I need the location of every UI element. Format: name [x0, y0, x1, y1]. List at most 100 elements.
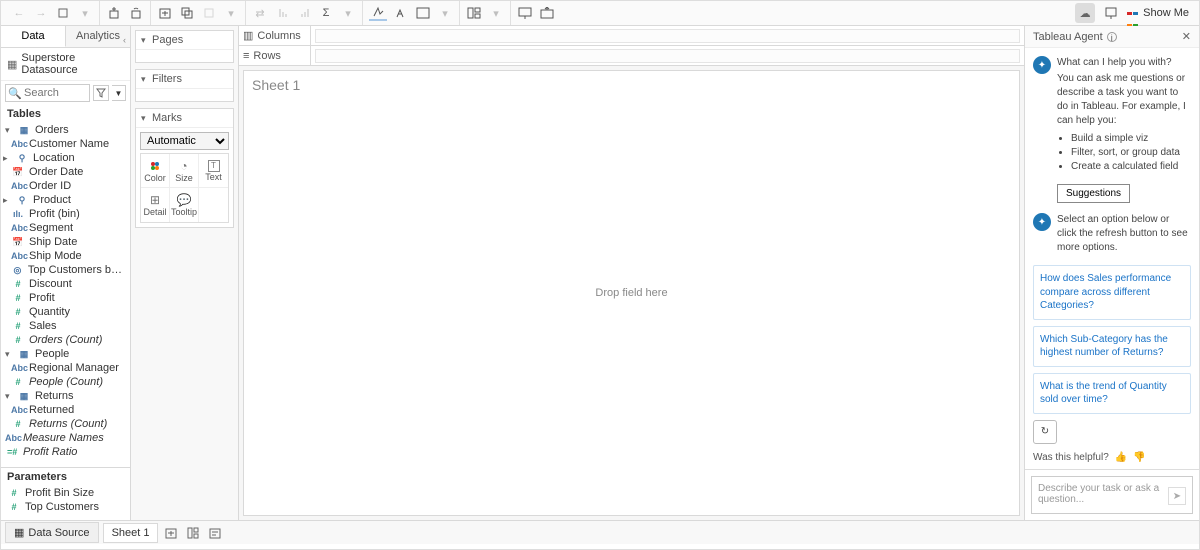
suggestion-card-2[interactable]: Which Sub-Category has the highest numbe… — [1033, 326, 1191, 367]
field-product[interactable]: ▸⚲Product — [1, 193, 130, 207]
field-discount[interactable]: #Discount — [1, 277, 130, 291]
highlight-button[interactable] — [369, 5, 387, 21]
filters-card[interactable]: ▾Filters — [135, 69, 234, 102]
agent-avatar-icon: ✦ — [1033, 213, 1051, 231]
agent-select-prompt: Select an option below or click the refr… — [1057, 213, 1191, 255]
field-profit[interactable]: #Profit — [1, 291, 130, 305]
field-returned[interactable]: AbcReturned — [1, 403, 130, 417]
viz-canvas[interactable]: Sheet 1 Drop field here — [243, 70, 1020, 516]
back-button[interactable]: ← — [11, 5, 27, 21]
field-quantity[interactable]: #Quantity — [1, 305, 130, 319]
marks-tooltip[interactable]: 💬Tooltip — [170, 188, 199, 222]
agent-intro-q: What can I help you with? — [1057, 56, 1191, 70]
marks-detail[interactable]: ⊞Detail — [141, 188, 170, 222]
field-people-count[interactable]: #People (Count) — [1, 375, 130, 389]
tooltip-icon: 💬 — [177, 193, 192, 207]
field-location[interactable]: ▸⚲Location — [1, 151, 130, 165]
thumbs-up-icon[interactable]: 👍 — [1115, 452, 1127, 463]
new-story-tab-button[interactable] — [206, 524, 224, 542]
fit-dropdown[interactable]: ▾ — [437, 5, 453, 21]
marks-type-select[interactable]: Automatic — [140, 132, 229, 150]
field-regional-manager[interactable]: AbcRegional Manager — [1, 361, 130, 375]
send-icon[interactable]: ➤ — [1168, 487, 1186, 505]
pages-card[interactable]: ▾Pages — [135, 30, 234, 63]
refresh-suggestions-button[interactable]: ↻ — [1033, 420, 1057, 444]
new-dashboard-tab-button[interactable] — [184, 524, 202, 542]
suggestions-button[interactable]: Suggestions — [1057, 184, 1130, 203]
group-people[interactable]: ▾▦People — [1, 347, 130, 361]
show-cards-dropdown[interactable]: ▾ — [488, 5, 504, 21]
field-ship-mode[interactable]: AbcShip Mode — [1, 249, 130, 263]
field-orders-count[interactable]: #Orders (Count) — [1, 333, 130, 347]
show-me-button[interactable]: Show Me — [1127, 7, 1189, 19]
show-cards-button[interactable] — [466, 5, 482, 21]
datasource-row[interactable]: ▦ Superstore Datasource — [1, 48, 130, 81]
totals-dropdown[interactable]: ▾ — [340, 5, 356, 21]
tab-sheet-1[interactable]: Sheet 1 — [103, 523, 159, 543]
info-icon[interactable]: i — [1107, 32, 1117, 42]
datasource-name: Superstore Datasource — [21, 52, 124, 76]
new-worksheet-tab-button[interactable] — [162, 524, 180, 542]
detail-icon: ⊞ — [150, 193, 160, 207]
group-orders[interactable]: ▾▦Orders — [1, 123, 130, 137]
clear-dropdown[interactable]: ▾ — [223, 5, 239, 21]
presentation-button[interactable] — [517, 5, 533, 21]
field-measure-names[interactable]: AbcMeasure Names — [1, 431, 130, 445]
sort-desc-button[interactable] — [296, 5, 312, 21]
rows-shelf[interactable]: ≡Rows — [239, 46, 1024, 66]
group-returns[interactable]: ▾▦Returns — [1, 389, 130, 403]
agent-input[interactable]: Describe your task or ask a question... … — [1031, 476, 1193, 514]
columns-shelf[interactable]: ▥Columns — [239, 26, 1024, 46]
tab-data[interactable]: Data — [1, 26, 66, 47]
search-icon: 🔍 — [8, 87, 22, 100]
close-agent-button[interactable]: ✕ — [1182, 30, 1191, 43]
new-data-button[interactable] — [106, 5, 122, 21]
columns-drop-zone[interactable] — [315, 29, 1020, 43]
field-profit-bin[interactable]: ılı.Profit (bin) — [1, 207, 130, 221]
field-sales[interactable]: #Sales — [1, 319, 130, 333]
cloud-status-icon[interactable]: ☁ — [1075, 3, 1095, 23]
tab-data-source[interactable]: ▦Data Source — [5, 522, 99, 543]
swap-button[interactable]: ⇄ — [252, 5, 268, 21]
suggestion-card-1[interactable]: How does Sales performance compare acros… — [1033, 265, 1191, 320]
history-dropdown[interactable]: ▾ — [77, 5, 93, 21]
view-options-dropdown[interactable]: ▼ — [112, 85, 126, 101]
marks-label: Marks — [152, 112, 182, 124]
field-order-id[interactable]: AbcOrder ID — [1, 179, 130, 193]
field-top-customers[interactable]: ◎Top Customers by P... — [1, 263, 130, 277]
data-guide-button[interactable] — [1103, 5, 1119, 21]
field-profit-ratio[interactable]: =#Profit Ratio — [1, 445, 130, 459]
tab-analytics[interactable]: Analytics‹ — [66, 26, 130, 47]
size-icon: ◔ — [180, 159, 187, 173]
field-ship-date[interactable]: 📅Ship Date — [1, 235, 130, 249]
field-returns-count[interactable]: #Returns (Count) — [1, 417, 130, 431]
suggestion-card-3[interactable]: What is the trend of Quantity sold over … — [1033, 373, 1191, 414]
share-button[interactable] — [539, 5, 555, 21]
refresh-data-button[interactable] — [128, 5, 144, 21]
param-profit-bin-size[interactable]: #Profit Bin Size — [1, 486, 130, 500]
duplicate-button[interactable] — [179, 5, 195, 21]
rows-drop-zone[interactable] — [315, 49, 1020, 63]
new-worksheet-button[interactable] — [157, 5, 173, 21]
forward-button[interactable]: → — [33, 5, 49, 21]
field-segment[interactable]: AbcSegment — [1, 221, 130, 235]
sort-asc-button[interactable] — [274, 5, 290, 21]
labels-button[interactable] — [393, 5, 409, 21]
marks-text[interactable]: TText — [199, 154, 228, 188]
marks-color[interactable]: Color — [141, 154, 170, 188]
totals-button[interactable]: Σ — [318, 5, 334, 21]
filter-fields-button[interactable] — [93, 85, 109, 101]
marks-size[interactable]: ◔Size — [170, 154, 199, 188]
datasource-tab-icon: ▦ — [14, 526, 24, 539]
sheet-title[interactable]: Sheet 1 — [244, 71, 1019, 99]
agent-bullet-2: Filter, sort, or group data — [1071, 146, 1191, 160]
tableau-agent-panel: Tableau Agenti ✕ ✦ What can I help you w… — [1024, 26, 1199, 520]
thumbs-down-icon[interactable]: 👎 — [1133, 452, 1145, 463]
clear-button[interactable] — [201, 5, 217, 21]
param-top-customers[interactable]: #Top Customers — [1, 500, 130, 514]
field-order-date[interactable]: 📅Order Date — [1, 165, 130, 179]
fit-button[interactable] — [415, 5, 431, 21]
save-dropdown[interactable] — [55, 5, 71, 21]
field-customer-name[interactable]: AbcCustomer Name — [1, 137, 130, 151]
filters-label: Filters — [152, 73, 182, 85]
